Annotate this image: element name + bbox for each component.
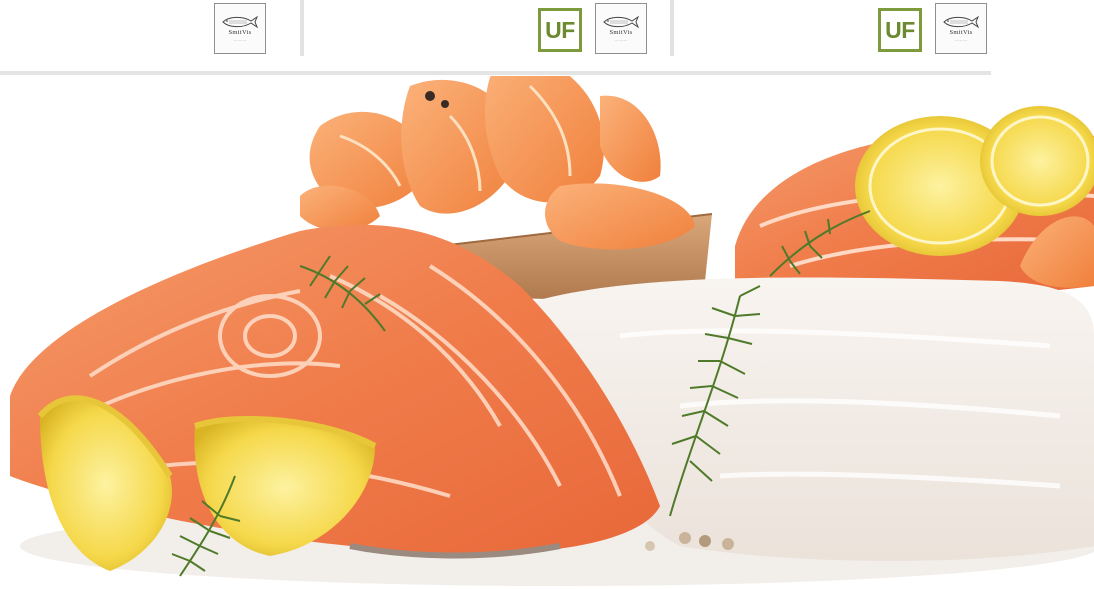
- column-divider: [300, 0, 304, 56]
- logo-wordmark: SmitVis: [609, 29, 633, 36]
- smitvis-logo: SmitVis — — —: [214, 3, 266, 54]
- header-rule: [0, 71, 991, 75]
- seafood-photo: [0, 76, 1094, 589]
- logo-wordmark: SmitVis: [228, 29, 252, 36]
- uf-badge: UF: [878, 8, 922, 52]
- fish-logo-icon: [603, 15, 640, 29]
- product-header-strip: SmitVis — — — UF SmitVis — — — UF SmitVi…: [0, 0, 1094, 75]
- fish-logo-icon: [222, 15, 259, 29]
- smitvis-logo: SmitVis — — —: [595, 3, 647, 54]
- logo-tagline: — — —: [954, 37, 968, 42]
- uf-badge: UF: [538, 8, 582, 52]
- page: SmitVis — — — UF SmitVis — — — UF SmitVi…: [0, 0, 1094, 589]
- smitvis-logo: SmitVis — — —: [935, 3, 987, 54]
- fish-logo-icon: [943, 15, 980, 29]
- column-divider: [670, 0, 674, 56]
- logo-wordmark: SmitVis: [949, 29, 973, 36]
- logo-tagline: — — —: [614, 37, 628, 42]
- logo-tagline: — — —: [233, 37, 247, 42]
